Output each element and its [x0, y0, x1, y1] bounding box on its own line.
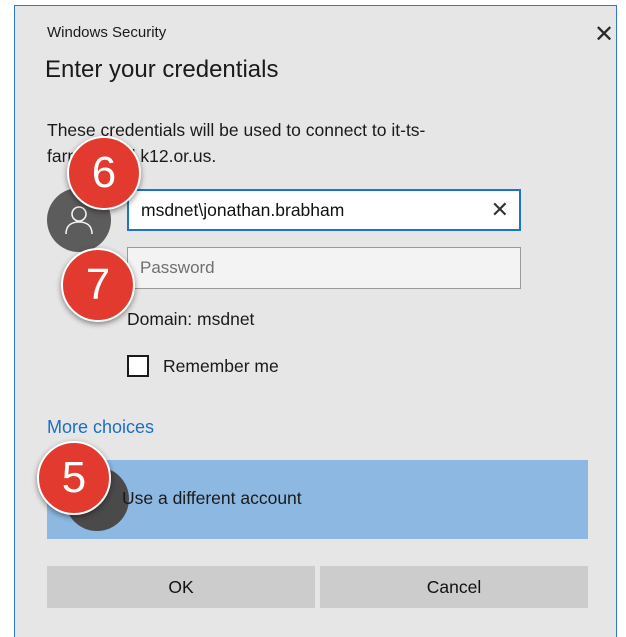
window-title: Windows Security: [47, 24, 167, 41]
more-choices-link[interactable]: More choices: [47, 417, 154, 438]
close-icon: ✕: [593, 21, 615, 48]
clear-icon[interactable]: ✕: [491, 196, 509, 224]
domain-label: Domain: msdnet: [127, 309, 255, 329]
step-marker-7: 7: [61, 248, 135, 322]
password-field[interactable]: Password: [127, 247, 521, 289]
use-different-account-option[interactable]: Use a different account: [47, 460, 588, 539]
username-value: msdnet\jonathan.brabham: [141, 199, 345, 220]
remember-me-toggle[interactable]: Remember me: [127, 355, 279, 377]
close-button[interactable]: ✕: [591, 22, 617, 48]
option-label: Use a different account: [122, 488, 302, 508]
step-marker-6: 6: [67, 136, 141, 210]
remember-me-checkbox[interactable]: [127, 355, 149, 377]
password-placeholder: Password: [140, 258, 215, 277]
dialog-heading: Enter your credentials: [45, 56, 279, 83]
user-icon: [65, 206, 93, 235]
step-marker-5: 5: [37, 441, 111, 515]
remember-me-label: Remember me: [163, 355, 279, 376]
cancel-button[interactable]: Cancel: [320, 566, 588, 608]
ok-button[interactable]: OK: [47, 566, 315, 608]
username-field[interactable]: msdnet\jonathan.brabham ✕: [127, 189, 521, 231]
